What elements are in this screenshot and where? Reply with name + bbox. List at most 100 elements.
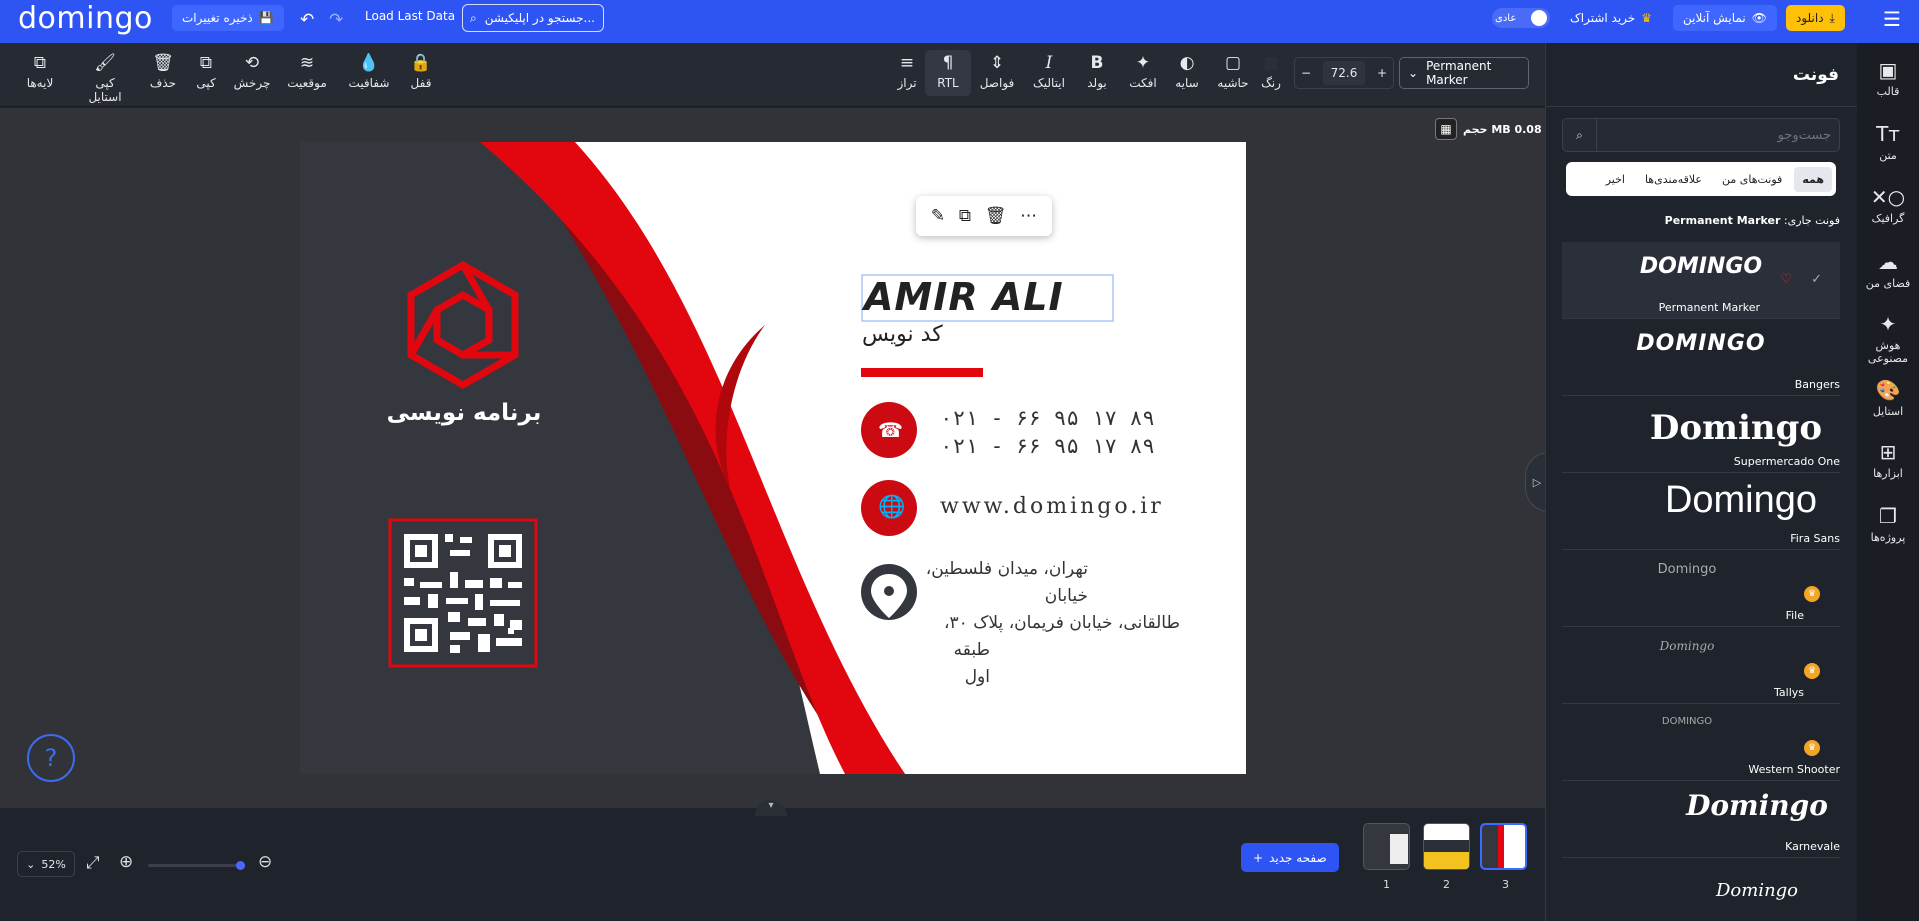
rotate-button[interactable]: ⟲ چرخش xyxy=(229,52,275,90)
font-item-supermercado-one[interactable]: Domingo Supermercado One xyxy=(1562,396,1840,473)
align-button[interactable]: ≡ تراز xyxy=(884,52,930,90)
font-name: Karnevale xyxy=(1785,840,1840,853)
current-font-prefix: فونت جاری: xyxy=(1783,214,1840,227)
rail-item-text[interactable]: Tт متن xyxy=(1857,122,1919,162)
zoom-out-icon[interactable]: ⊖ xyxy=(258,852,272,872)
lock-button[interactable]: 🔒 قفل xyxy=(398,52,444,90)
delete-button[interactable]: 🗑 حذف xyxy=(140,52,186,90)
lock-label: قفل xyxy=(410,76,432,90)
rail-item-tools[interactable]: ⊞ ابزارها xyxy=(1857,440,1919,480)
subscribe-button[interactable]: خرید اشتراک ♛ xyxy=(1560,5,1662,31)
font-item-bangers[interactable]: DOMINGO Bangers xyxy=(1562,319,1840,396)
phone-2[interactable]: ۰۲۱ - ۶۶ ۹۵ ۱۷ ۸۹ xyxy=(940,434,1155,458)
opacity-button[interactable]: 💧 شفافیت xyxy=(346,52,392,90)
zoom-in-icon[interactable]: ⊕ xyxy=(119,852,133,872)
heart-icon[interactable]: ♡ xyxy=(1780,272,1792,287)
rail-item-ai[interactable]: ✦ هوش مصنوعی xyxy=(1857,312,1919,365)
undo-icon[interactable]: ↶ xyxy=(300,10,314,30)
search-icon[interactable]: ⌕ xyxy=(1563,119,1597,151)
phone-1[interactable]: ۰۲۱ - ۶۶ ۹۵ ۱۷ ۸۹ xyxy=(940,406,1155,430)
font-filter-tabs: همه فونت‌های من علاقه‌مندی‌ها اخیر xyxy=(1566,162,1836,196)
font-item-fira-sans[interactable]: Domingo Fira Sans xyxy=(1562,473,1840,550)
download-button[interactable]: دانلود ⤓ xyxy=(1786,5,1845,31)
copy-button[interactable]: ⧉ کپی xyxy=(183,52,229,90)
font-item-script[interactable]: Domingo xyxy=(1562,858,1840,921)
app-search-input[interactable]: ⌕ جستجو در اپلیکیشن... xyxy=(462,4,604,32)
page-thumbnail-3[interactable] xyxy=(1480,823,1527,870)
font-item-permanent-marker[interactable]: DOMINGO ✓ ♡ Permanent Marker xyxy=(1562,242,1840,319)
font-size-stepper[interactable]: − 72.6 + xyxy=(1294,57,1394,89)
rail-item-template[interactable]: ▣ قالب xyxy=(1857,58,1919,98)
online-preview-button[interactable]: نمایش آنلاین 👁 xyxy=(1673,5,1777,31)
font-item-western-shooter[interactable]: DOMINGO ♛ Western Shooter xyxy=(1562,704,1840,781)
rail-item-projects[interactable]: ❐ پروژه‌ها xyxy=(1857,504,1919,544)
rail-item-graphic[interactable]: ✕○ گرافیک xyxy=(1857,185,1919,225)
contrast-icon: ◐ xyxy=(1179,53,1195,73)
address-block[interactable]: تهران، میدان فلسطین، خیابان طالقانی، خیا… xyxy=(925,556,1180,691)
plus-icon: + xyxy=(1253,850,1264,865)
trash-icon[interactable]: 🗑 xyxy=(985,206,1007,226)
save-changes-button[interactable]: ذخیره تغییرات 💾 xyxy=(172,5,284,31)
app-logo[interactable]: domingo xyxy=(18,1,153,36)
check-icon: ✓ xyxy=(1811,272,1822,287)
card-name[interactable]: AMIR ALI xyxy=(862,274,1113,320)
shadow-button[interactable]: ◐ سایه xyxy=(1164,52,1210,90)
new-page-button[interactable]: + صفحه جدید xyxy=(1241,843,1339,872)
rail-label: استایل xyxy=(1872,405,1904,418)
more-icon[interactable]: ⋯ xyxy=(1020,206,1037,226)
load-last-data-button[interactable]: Load Last Data xyxy=(365,9,455,23)
color-button[interactable]: ■ رنگ xyxy=(1248,52,1294,90)
thumb-content xyxy=(1424,840,1469,852)
calculator-icon[interactable]: ▦ xyxy=(1435,118,1457,140)
redo-icon[interactable]: ↷ xyxy=(329,10,343,30)
rail-item-style[interactable]: 🎨 استایل xyxy=(1857,378,1919,418)
align-icon: ≡ xyxy=(899,53,915,73)
spacing-button[interactable]: ⇕ فواصل xyxy=(974,52,1020,90)
rail-label: گرافیک xyxy=(1871,212,1905,225)
page-thumbnail-1[interactable] xyxy=(1363,823,1410,870)
effect-button[interactable]: ✦ افکت xyxy=(1120,52,1166,90)
font-search-input[interactable] xyxy=(1603,119,1831,151)
bold-button[interactable]: B بولد xyxy=(1074,52,1120,90)
layers-icon: ⧉ xyxy=(33,53,47,73)
italic-button[interactable]: I ایتالیک xyxy=(1026,52,1072,90)
layers-button[interactable]: ⧉ لایه‌ها xyxy=(17,52,63,90)
tab-all[interactable]: همه xyxy=(1794,166,1832,192)
hamburger-menu-icon[interactable]: ☰ xyxy=(1883,7,1901,31)
chevron-down-icon: ⌄ xyxy=(26,857,36,871)
zoom-slider[interactable] xyxy=(148,861,245,870)
font-sample: Domingo xyxy=(1686,789,1828,822)
card-job-title[interactable]: کد نویس xyxy=(862,322,982,347)
tab-recent[interactable]: اخیر xyxy=(1598,167,1633,192)
font-search[interactable]: ⌕ xyxy=(1562,118,1840,152)
font-item-karnevale[interactable]: Domingo Karnevale xyxy=(1562,781,1840,858)
slider-handle[interactable] xyxy=(236,861,245,870)
drop-icon: 💧 xyxy=(358,53,380,73)
font-item-tallys[interactable]: Domingo ♛ Tallys xyxy=(1562,627,1840,704)
business-card[interactable]: برنامه نویسی AMIR ALI کد نویس ☎ 🌐 ۰۲۱ - … xyxy=(300,142,1246,774)
page-number: 1 xyxy=(1383,878,1390,891)
copy-style-button[interactable]: 🖌 کپی استایل xyxy=(77,52,133,104)
plus-icon[interactable]: + xyxy=(1377,66,1387,80)
font-item-file[interactable]: Domingo ♛ File xyxy=(1562,550,1840,627)
font-sample: Domingo xyxy=(1715,880,1799,901)
position-button[interactable]: ≋ موقعیت xyxy=(284,52,330,90)
rail-item-myspace[interactable]: ☁ فضای من xyxy=(1857,250,1919,290)
minus-icon[interactable]: − xyxy=(1301,66,1311,80)
font-family-select[interactable]: ⌄ Permanent Marker xyxy=(1399,57,1529,89)
zoom-select[interactable]: ⌄ 52% xyxy=(17,851,75,877)
help-button[interactable]: ? xyxy=(27,734,75,782)
website[interactable]: www.domingo.ir xyxy=(940,494,1164,519)
rtl-button[interactable]: ¶ RTL xyxy=(925,50,971,96)
fullscreen-icon[interactable]: ⤢ xyxy=(86,853,100,873)
chevron-right-icon: ▷ xyxy=(1532,475,1542,489)
duplicate-icon[interactable]: ⧉ xyxy=(959,206,971,226)
company-name[interactable]: برنامه نویسی xyxy=(364,400,564,426)
page-thumbnail-2[interactable] xyxy=(1423,823,1470,870)
font-name: Bangers xyxy=(1794,378,1840,391)
tab-my-fonts[interactable]: فونت‌های من xyxy=(1714,167,1790,192)
edit-icon[interactable]: ✎ xyxy=(931,206,945,226)
mode-toggle[interactable]: عادی xyxy=(1492,8,1550,28)
font-size-value[interactable]: 72.6 xyxy=(1322,61,1366,85)
tab-favorites[interactable]: علاقه‌مندی‌ها xyxy=(1637,167,1710,192)
